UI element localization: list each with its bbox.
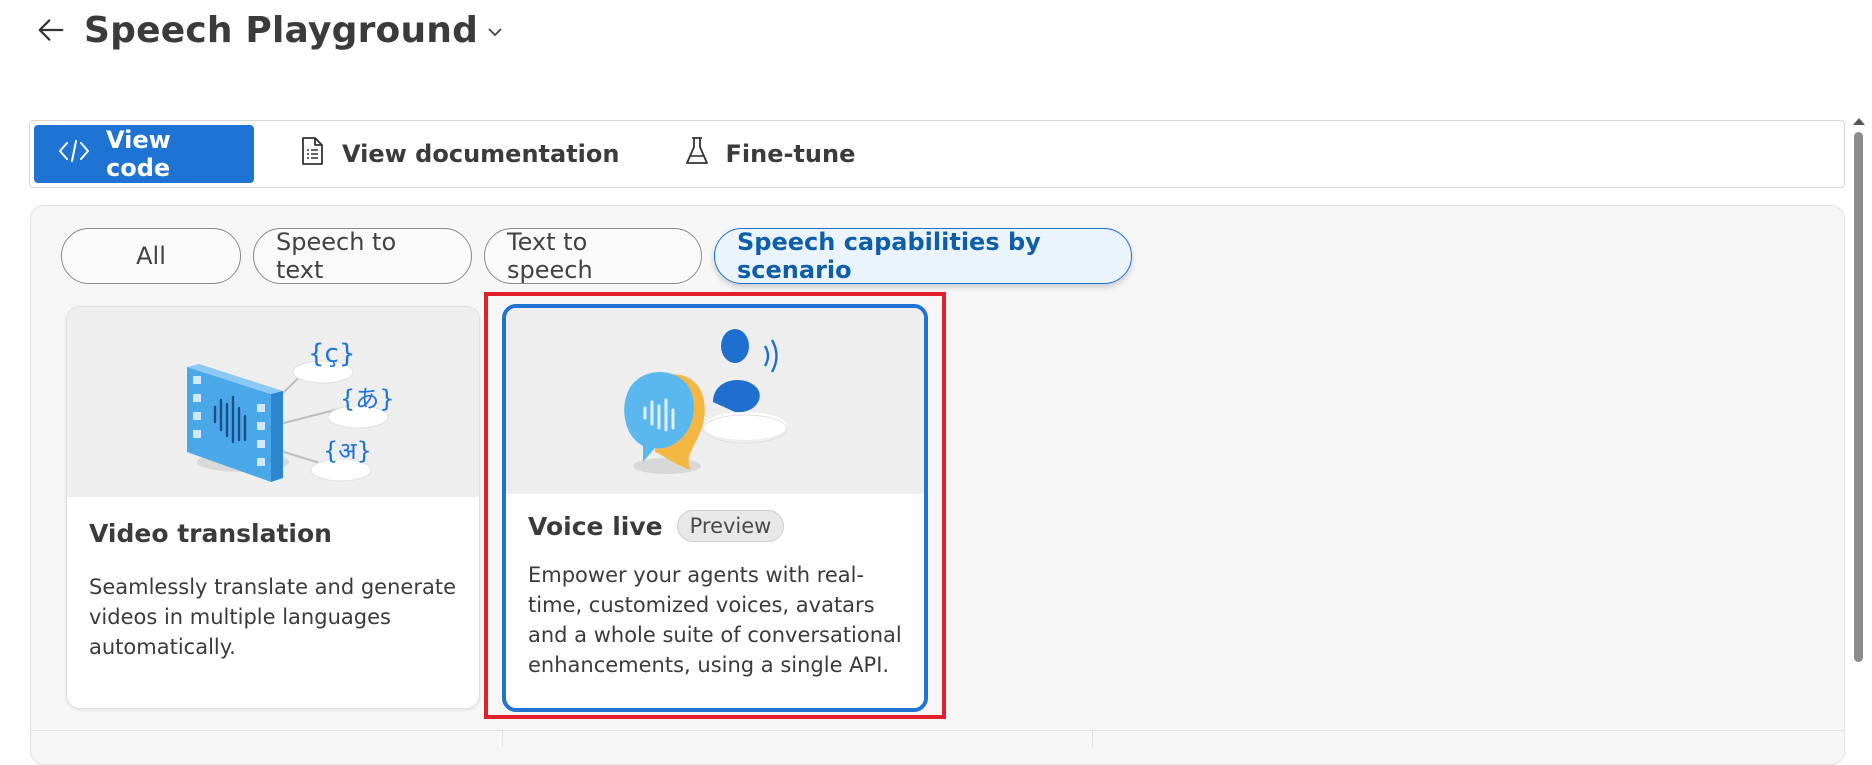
toolbar: View code View documentation Fine-tune bbox=[29, 120, 1845, 188]
back-arrow-icon[interactable] bbox=[38, 17, 64, 43]
svg-text:{ç}: {ç} bbox=[308, 339, 355, 369]
card-description: Seamlessly translate and generate videos… bbox=[89, 575, 456, 659]
voice-live-illustration bbox=[506, 308, 924, 494]
column-divider bbox=[502, 731, 503, 747]
bottom-section bbox=[30, 730, 1845, 747]
vertical-scrollbar[interactable] bbox=[1851, 112, 1865, 752]
scrollbar-thumb[interactable] bbox=[1854, 132, 1863, 662]
svg-text:{あ}: {あ} bbox=[340, 385, 395, 413]
card-title: Video translation bbox=[89, 519, 332, 548]
page-header: Speech Playground bbox=[38, 8, 502, 52]
code-icon bbox=[58, 139, 90, 169]
fine-tune-button[interactable]: Fine-tune bbox=[685, 125, 855, 183]
chevron-down-icon[interactable] bbox=[488, 27, 502, 37]
view-code-button[interactable]: View code bbox=[34, 125, 254, 183]
capabilities-panel: All Speech to text Text to speech Speech… bbox=[30, 205, 1845, 765]
card-voice-live[interactable]: Voice live Preview Empower your agents w… bbox=[502, 304, 928, 712]
beaker-icon bbox=[685, 136, 709, 172]
card-title-row: Voice live Preview bbox=[528, 510, 902, 542]
filter-chip-speech-capabilities-by-scenario[interactable]: Speech capabilities by scenario bbox=[714, 228, 1132, 284]
filter-chip-all[interactable]: All bbox=[61, 228, 241, 284]
document-icon bbox=[300, 136, 324, 172]
card-video-translation[interactable]: {ç} {あ} {अ} Video translation Seamlessly… bbox=[66, 306, 480, 709]
filter-chip-speech-to-text[interactable]: Speech to text bbox=[253, 228, 472, 284]
card-title: Voice live bbox=[528, 511, 663, 541]
filter-chips: All Speech to text Text to speech Speech… bbox=[61, 228, 1132, 284]
page-title: Speech Playground bbox=[84, 9, 479, 51]
video-translation-illustration: {ç} {あ} {अ} bbox=[67, 307, 479, 497]
card-description: Empower your agents with real-time, cust… bbox=[528, 563, 902, 677]
scroll-up-arrow-icon[interactable] bbox=[1852, 112, 1866, 131]
preview-badge: Preview bbox=[676, 510, 785, 542]
filter-chip-text-to-speech[interactable]: Text to speech bbox=[484, 228, 702, 284]
fine-tune-label: Fine-tune bbox=[725, 140, 856, 168]
svg-text:{अ}: {अ} bbox=[323, 437, 372, 465]
view-documentation-label: View documentation bbox=[342, 140, 620, 168]
view-code-label: View code bbox=[106, 126, 171, 182]
view-documentation-button[interactable]: View documentation bbox=[300, 125, 619, 183]
column-divider bbox=[1092, 731, 1093, 747]
